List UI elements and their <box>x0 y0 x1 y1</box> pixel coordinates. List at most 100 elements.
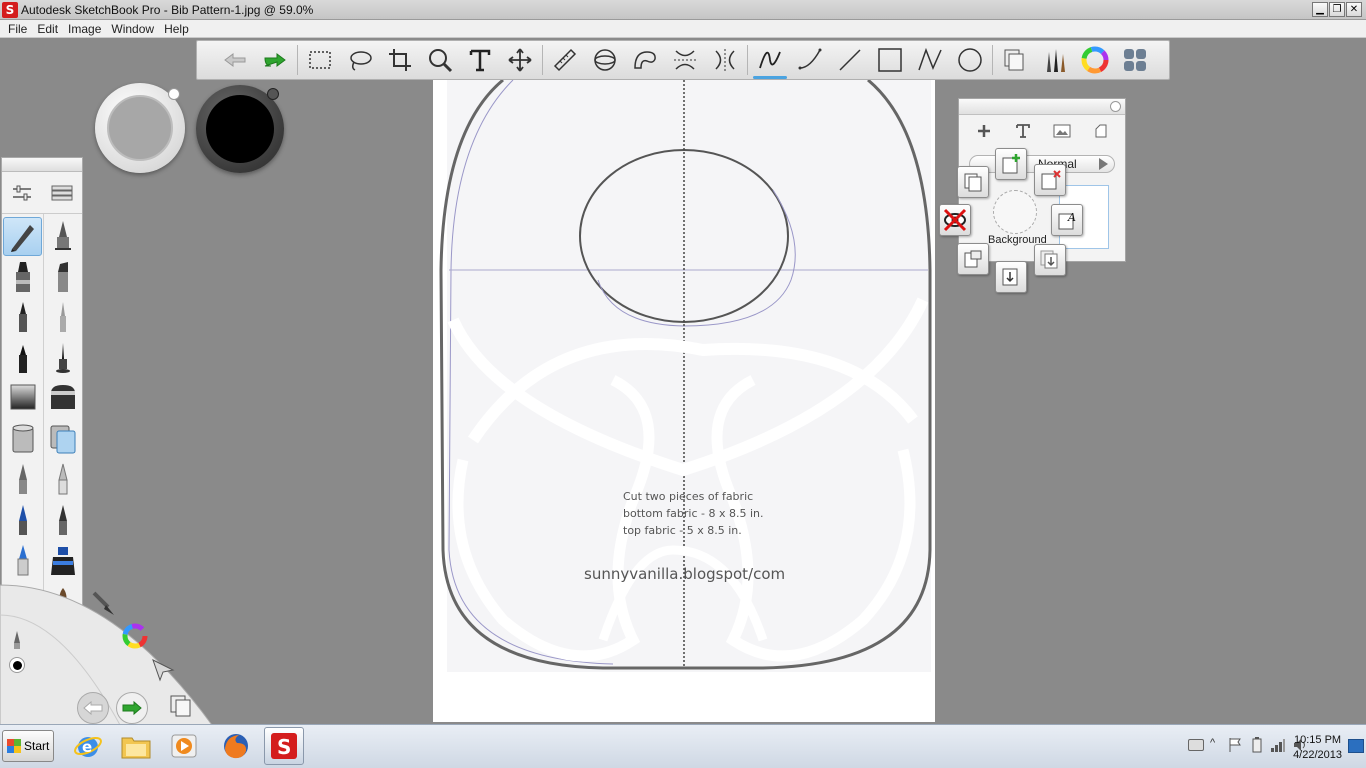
show-hidden-icons[interactable]: ^ <box>1210 737 1215 749</box>
rename-layer-icon[interactable]: A <box>1051 204 1083 236</box>
brush-size-indicator[interactable] <box>8 629 26 651</box>
clock-time: 10:15 PM <box>1293 734 1342 746</box>
symmetry-x-icon[interactable] <box>665 42 705 78</box>
pencil-brush[interactable] <box>3 217 42 256</box>
duplicate-layer-icon[interactable] <box>957 166 989 198</box>
chisel-marker-brush[interactable] <box>43 257 83 298</box>
move-icon[interactable] <box>500 42 540 78</box>
restore-button[interactable]: ❐ <box>1329 2 1345 17</box>
undo-icon[interactable] <box>215 42 255 78</box>
dark-pen-brush[interactable] <box>43 500 83 541</box>
curve-icon[interactable] <box>790 42 830 78</box>
blend-mode-next-icon[interactable] <box>1099 158 1108 170</box>
drawing-canvas[interactable]: Cut two pieces of fabric bottom fabric -… <box>433 80 935 722</box>
symmetry-y-icon[interactable] <box>705 42 745 78</box>
brush-palette-header[interactable] <box>2 158 82 172</box>
fill-bucket-brush[interactable] <box>2 419 43 460</box>
merge-down-icon[interactable] <box>995 261 1027 293</box>
new-layer-icon[interactable] <box>995 148 1027 180</box>
keyboard-icon[interactable] <box>1188 739 1204 751</box>
layers-lagoon-icon[interactable] <box>168 693 194 719</box>
battery-icon[interactable] <box>1252 737 1262 756</box>
menu-window[interactable]: Window <box>106 22 159 36</box>
minimize-button[interactable]: ▁ <box>1312 2 1328 17</box>
lagoon-menu <box>0 575 215 726</box>
inking-brush[interactable] <box>43 338 83 379</box>
puck-toggle-dot[interactable] <box>267 88 279 100</box>
circle-icon[interactable] <box>950 42 990 78</box>
color-wheel-lagoon-icon[interactable] <box>121 622 149 650</box>
menu-help[interactable]: Help <box>159 22 194 36</box>
ruler-icon[interactable] <box>545 42 585 78</box>
file-explorer-icon[interactable] <box>116 727 156 765</box>
brushes-icon[interactable] <box>1035 42 1075 78</box>
media-player-icon[interactable] <box>164 727 204 765</box>
technical-pen-brush[interactable] <box>43 216 83 257</box>
menu-image[interactable]: Image <box>63 22 106 36</box>
polyline-icon[interactable] <box>910 42 950 78</box>
firefox-icon[interactable] <box>216 727 256 765</box>
gradient-fill-brush[interactable] <box>43 419 83 460</box>
ellipse-guide-icon[interactable] <box>585 42 625 78</box>
add-layer-icon[interactable] <box>976 123 992 142</box>
layer-editor-header[interactable] <box>959 99 1125 115</box>
brush-properties-icon[interactable] <box>9 182 35 204</box>
close-button[interactable]: ✕ <box>1346 2 1362 17</box>
delete-layer-icon[interactable] <box>1034 164 1066 196</box>
stroke-line-icon[interactable] <box>750 42 790 79</box>
action-center-flag-icon[interactable] <box>1228 737 1242 756</box>
svg-text:A: A <box>1067 211 1076 224</box>
zoom-icon[interactable] <box>420 42 460 78</box>
ballpoint-brush[interactable] <box>2 297 43 338</box>
main-toolbar <box>196 40 1170 80</box>
svg-text:e: e <box>82 738 92 756</box>
brush-color-dot[interactable] <box>9 657 25 673</box>
text-layer-icon[interactable] <box>1015 123 1031 142</box>
start-button[interactable]: Start <box>2 730 54 762</box>
secondary-color-puck[interactable] <box>95 83 185 173</box>
undo-lagoon-icon[interactable] <box>77 692 109 724</box>
system-clock[interactable]: 10:15 PM 4/22/2013 <box>1293 733 1342 763</box>
layer-name-label: Background <box>988 234 1047 246</box>
close-icon[interactable] <box>1110 101 1121 112</box>
toggle-visibility-icon[interactable] <box>939 204 971 236</box>
text-icon[interactable] <box>460 42 500 78</box>
layers-icon[interactable] <box>995 42 1035 78</box>
sketchbook-icon[interactable]: S <box>264 727 304 765</box>
select-arrow-lagoon-icon[interactable] <box>150 657 176 683</box>
blue-pen-brush[interactable] <box>2 500 43 541</box>
rectangle-icon[interactable] <box>870 42 910 78</box>
internet-explorer-icon[interactable]: e <box>68 727 108 765</box>
line-icon[interactable] <box>830 42 870 78</box>
sketchbook-app-icon[interactable]: S <box>2 1 18 18</box>
image-layer-icon[interactable] <box>1053 124 1071 141</box>
french-curve-icon[interactable] <box>625 42 665 78</box>
primary-color-puck[interactable] <box>196 85 284 173</box>
brush-list-icon[interactable] <box>49 182 75 204</box>
pencil-silver-brush[interactable] <box>43 459 83 500</box>
primary-color-swatch <box>206 95 274 163</box>
fine-pen-brush[interactable] <box>43 297 83 338</box>
smudge-brush[interactable] <box>43 378 83 419</box>
crop-icon[interactable] <box>380 42 420 78</box>
brush-lagoon-icon[interactable] <box>90 589 116 617</box>
merge-all-icon[interactable] <box>1034 244 1066 276</box>
menu-file[interactable]: File <box>3 22 32 36</box>
instruction-line: Cut two pieces of fabric <box>623 490 754 503</box>
network-signal-icon[interactable] <box>1270 737 1286 756</box>
airbrush-brush[interactable] <box>2 378 43 419</box>
merge-layer-icon[interactable] <box>957 243 989 275</box>
clear-layer-icon[interactable] <box>1094 123 1108 142</box>
redo-lagoon-icon[interactable] <box>116 692 148 724</box>
lasso-icon[interactable] <box>340 42 380 78</box>
color-wheel-icon[interactable] <box>1075 42 1115 78</box>
rect-select-icon[interactable] <box>300 42 340 78</box>
puck-toggle-dot[interactable] <box>168 88 180 100</box>
redo-icon[interactable] <box>255 42 295 78</box>
felt-pen-brush[interactable] <box>2 338 43 379</box>
palettes-icon[interactable] <box>1115 42 1155 78</box>
show-desktop-button[interactable] <box>1348 739 1364 753</box>
menu-edit[interactable]: Edit <box>32 22 63 36</box>
pencil-gray-brush[interactable] <box>2 459 43 500</box>
marker-brush[interactable] <box>2 257 43 298</box>
